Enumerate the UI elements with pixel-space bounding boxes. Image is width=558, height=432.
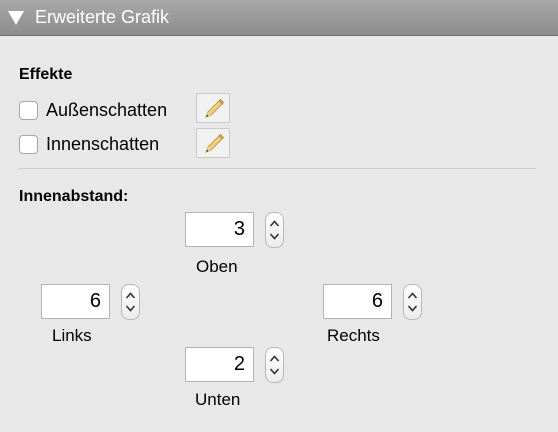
padding-top-value: 3: [233, 218, 245, 240]
panel-title: Erweiterte Grafik: [35, 7, 170, 27]
padding-bottom-stepper[interactable]: [265, 347, 284, 383]
pencil-icon: [205, 98, 225, 118]
panel-header[interactable]: Erweiterte Grafik: [0, 0, 558, 36]
padding-bottom-label: Unten: [195, 390, 241, 409]
padding-left-field[interactable]: 6: [41, 284, 110, 319]
outer-shadow-label[interactable]: Außenschatten: [46, 100, 167, 121]
padding-top-label: Oben: [196, 257, 238, 276]
stepper-arrows-icon: [407, 292, 418, 312]
padding-left-label: Links: [52, 326, 92, 345]
effects-heading: Effekte: [19, 66, 73, 83]
padding-right-field[interactable]: 6: [323, 284, 392, 319]
disclosure-triangle-icon[interactable]: [7, 9, 25, 27]
padding-right-stepper[interactable]: [403, 284, 422, 320]
padding-top-stepper[interactable]: [265, 212, 284, 248]
outer-shadow-checkbox[interactable]: [19, 101, 38, 120]
padding-bottom-value: 2: [233, 353, 245, 375]
padding-left-value: 6: [89, 290, 101, 312]
padding-bottom-field[interactable]: 2: [185, 347, 254, 382]
pencil-icon: [205, 133, 225, 153]
padding-heading: Innenabstand:: [19, 188, 129, 205]
inner-shadow-checkbox[interactable]: [19, 135, 38, 154]
padding-right-label: Rechts: [327, 326, 380, 345]
padding-left-stepper[interactable]: [121, 284, 140, 320]
inner-shadow-edit-button[interactable]: [196, 128, 230, 158]
padding-top-field[interactable]: 3: [185, 212, 254, 247]
stepper-arrows-icon: [269, 220, 280, 240]
inner-shadow-label[interactable]: Innenschatten: [46, 134, 159, 155]
section-divider: [19, 168, 536, 169]
outer-shadow-edit-button[interactable]: [196, 93, 230, 123]
stepper-arrows-icon: [269, 355, 280, 375]
padding-right-value: 6: [371, 290, 383, 312]
stepper-arrows-icon: [125, 292, 136, 312]
